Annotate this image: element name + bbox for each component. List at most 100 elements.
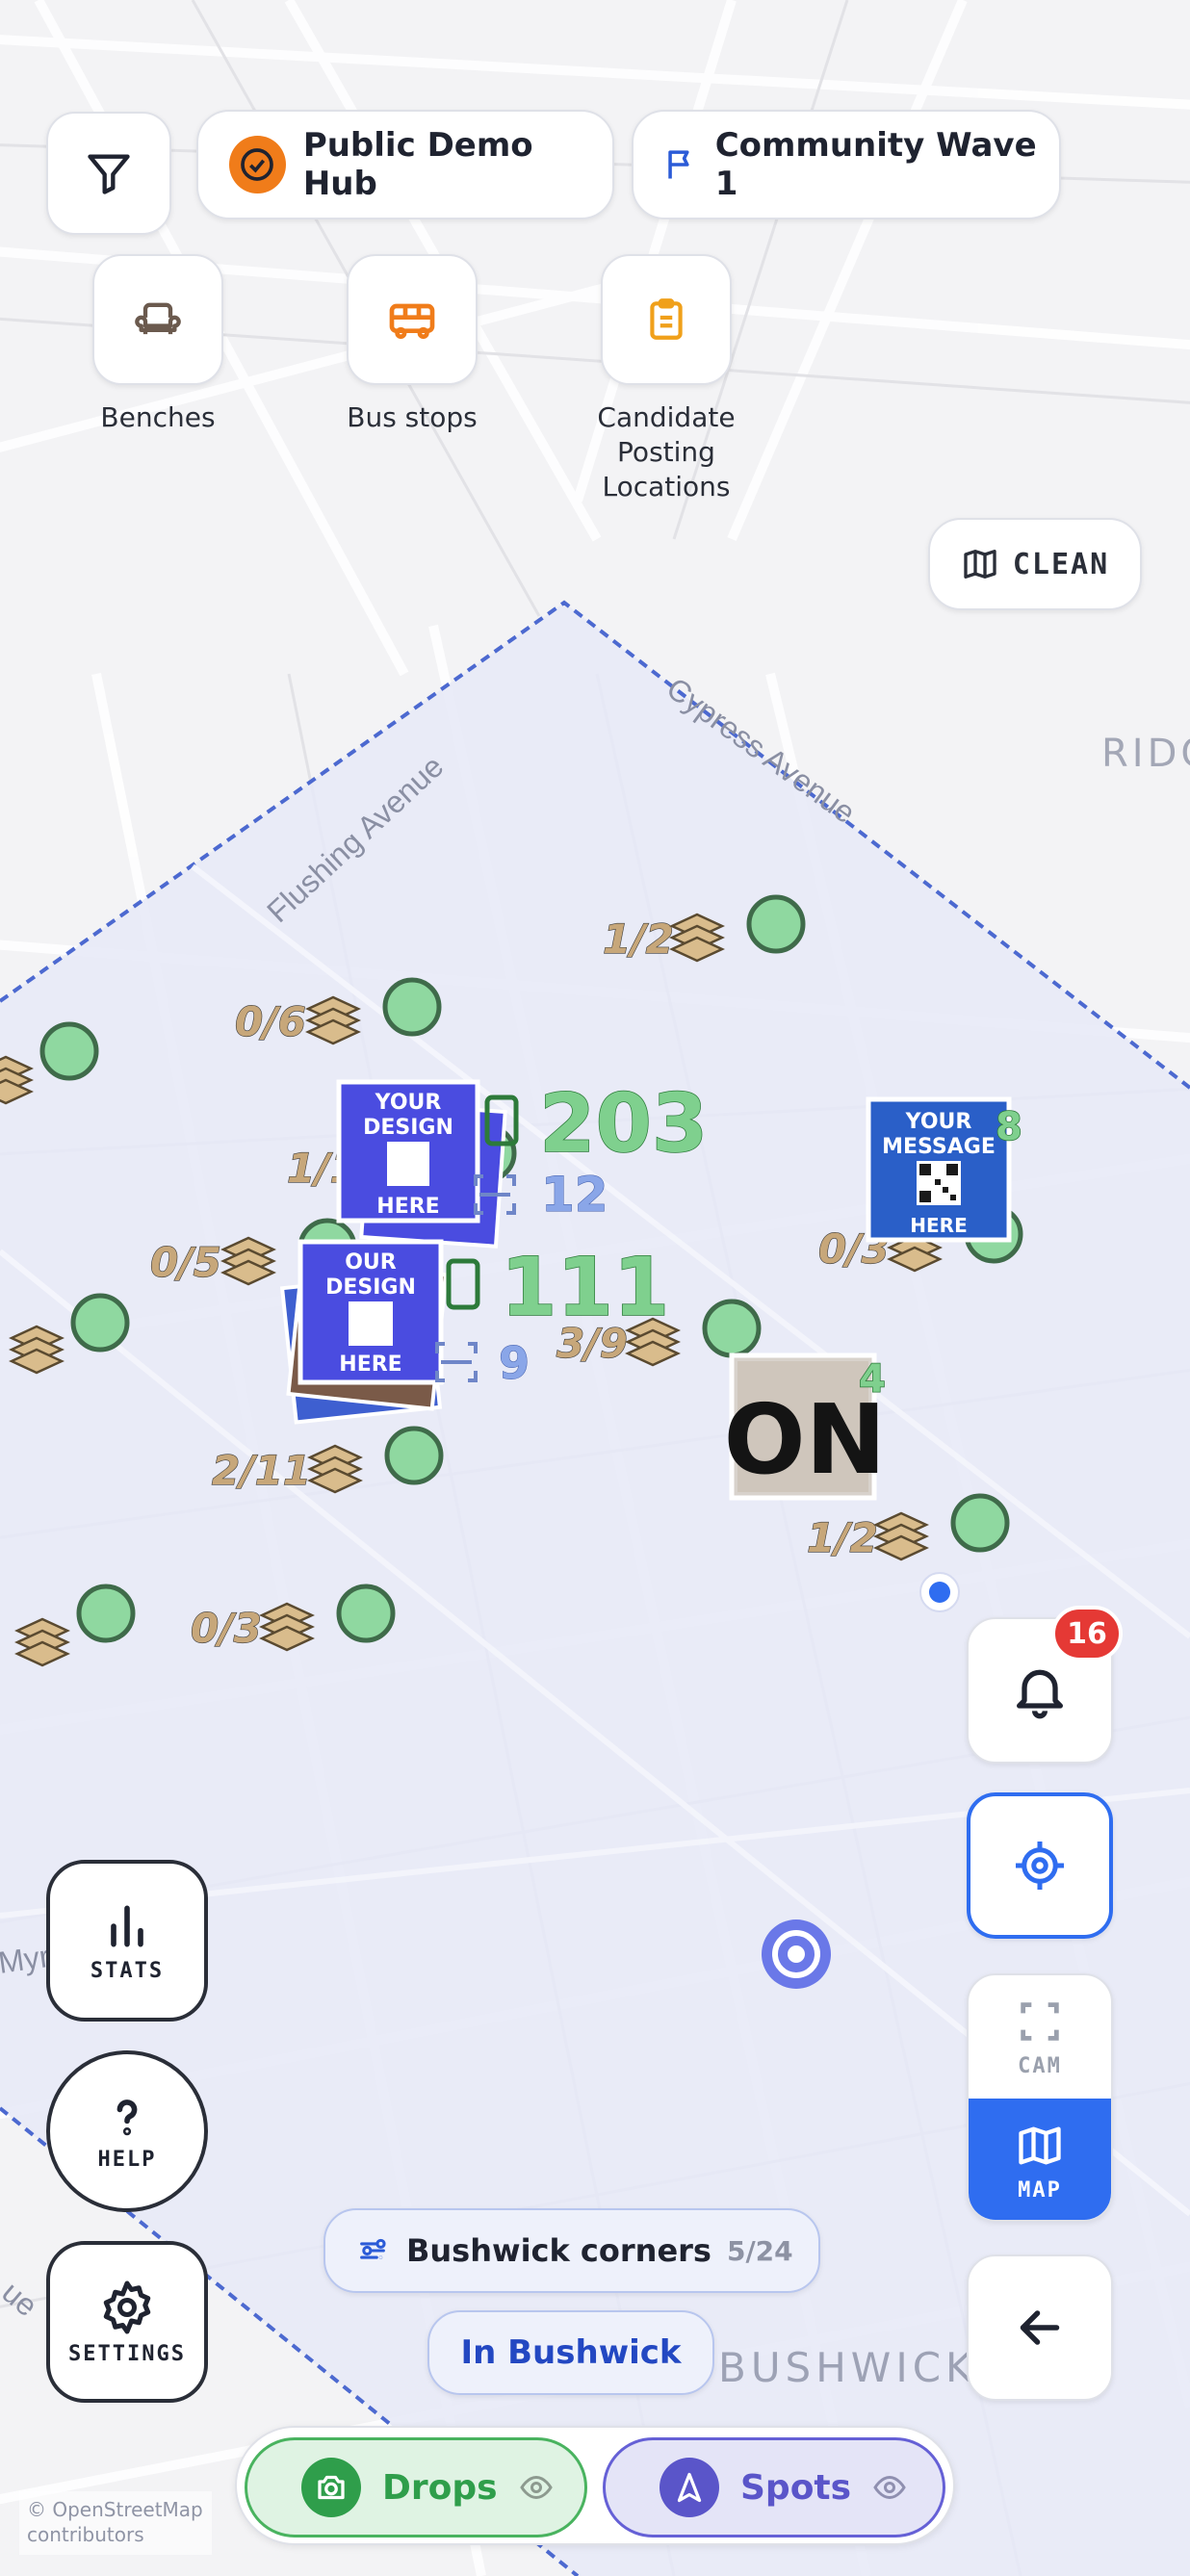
cluster-dot[interactable] (746, 894, 806, 954)
poster-badge-8: 8 (996, 1105, 1022, 1149)
check-circle-icon (229, 136, 286, 193)
help-button[interactable]: HELP (46, 2050, 208, 2212)
svg-text:DESIGN: DESIGN (363, 1116, 453, 1140)
cluster-dot[interactable] (382, 977, 442, 1037)
clean-map-button[interactable]: CLEAN (928, 518, 1142, 610)
hub-selector[interactable]: Public Demo Hub (196, 110, 614, 219)
svg-text:HERE: HERE (910, 1214, 967, 1237)
user-location-dot (919, 1572, 960, 1612)
bus-icon (389, 303, 435, 340)
target-marker[interactable] (762, 1919, 831, 1989)
spots-tab[interactable]: Spots (603, 2437, 945, 2537)
armchair-icon (135, 302, 181, 335)
route-chip[interactable]: Bushwick corners 5/24 (323, 2208, 820, 2293)
back-button[interactable] (967, 2254, 1113, 2401)
drops-label: Drops (382, 2467, 498, 2508)
crosshair-icon (1016, 1842, 1064, 1890)
svg-text:YOUR: YOUR (905, 1110, 972, 1134)
route-label: Bushwick corners (406, 2232, 711, 2269)
svg-text:HERE: HERE (376, 1195, 439, 1219)
notification-count-badge: 16 (1051, 1606, 1123, 1662)
attribution-line-1: © OpenStreetMap (27, 2498, 203, 2521)
question-icon (116, 2099, 138, 2135)
svg-text:OUR: OUR (345, 1250, 397, 1275)
scan-count-12: 12 (541, 1167, 608, 1223)
stack-icon (9, 1325, 65, 1375)
svg-text:YOUR: YOUR (375, 1091, 442, 1115)
drops-tab[interactable]: Drops (245, 2437, 587, 2537)
neighborhood-label-ridg: RIDG (1101, 732, 1190, 776)
layer-bus-stops-button[interactable] (347, 254, 478, 385)
arrow-left-icon (1020, 2310, 1060, 2345)
cluster-count: 0/6 (235, 998, 306, 1045)
cluster-count: 1/2 (807, 1514, 878, 1561)
map-label: MAP (1018, 2177, 1062, 2202)
route-progress: 5/24 (726, 2234, 793, 2267)
cam-label: CAM (1018, 2053, 1062, 2078)
cluster-dot[interactable] (39, 1021, 99, 1081)
filter-button[interactable] (46, 112, 171, 235)
stats-label: STATS (90, 1958, 165, 1983)
scan-frame-icon (1021, 2001, 1059, 2041)
stats-button[interactable]: STATS (46, 1860, 208, 2022)
view-toggle: CAM MAP (967, 1973, 1113, 2222)
settings-button[interactable]: SETTINGS (46, 2241, 208, 2403)
svg-text:HERE: HERE (339, 1352, 401, 1377)
spots-label: Spots (740, 2467, 852, 2508)
cluster-count: 0/5 (150, 1239, 221, 1286)
settings-label: SETTINGS (68, 2341, 186, 2366)
scan-count-111: 111 (501, 1240, 669, 1334)
clipboard-icon (650, 298, 683, 340)
cluster-dot[interactable] (336, 1584, 396, 1643)
layer-candidate-button[interactable] (601, 254, 732, 385)
campaign-label: Community Wave 1 (714, 126, 1037, 203)
stack-icon (873, 1511, 929, 1561)
poster-badge-4: 4 (859, 1357, 886, 1402)
stack-icon (220, 1236, 276, 1286)
layer-candidate-label: Candidate Posting Locations (597, 401, 736, 502)
scan-count-9: 9 (499, 1337, 530, 1389)
stack-icon (307, 1444, 363, 1494)
cluster-dot[interactable] (70, 1293, 130, 1352)
filter-icon (88, 154, 130, 194)
svg-text:MESSAGE: MESSAGE (882, 1135, 996, 1159)
area-label: In Bushwick (460, 2333, 682, 2372)
cluster-dot[interactable] (76, 1584, 136, 1643)
bar-chart-icon (111, 1905, 143, 1946)
svg-text:DESIGN: DESIGN (325, 1275, 416, 1300)
neighborhood-label-bushwick: BUSHWICK (718, 2344, 977, 2391)
area-chip[interactable]: In Bushwick (427, 2310, 714, 2395)
navigation-icon (660, 2458, 719, 2517)
eye-icon[interactable] (872, 2470, 907, 2505)
campaign-selector[interactable]: Community Wave 1 (632, 110, 1061, 219)
poster-marker-photo[interactable]: ON 4 (724, 1352, 887, 1501)
map-view-button[interactable]: MAP (969, 2099, 1111, 2220)
attribution-line-2: contributors (27, 2523, 144, 2546)
cluster-count: 1/2 (603, 915, 674, 963)
cam-view-button[interactable]: CAM (969, 1975, 1111, 2099)
layer-bus-stops-label: Bus stops (347, 401, 478, 433)
map-view-icon (1019, 2126, 1061, 2164)
gear-icon (103, 2280, 151, 2333)
scan-count-203: 203 (539, 1076, 708, 1171)
cluster-dot[interactable] (384, 1426, 444, 1485)
stack-icon (305, 995, 361, 1045)
bell-icon (1017, 1669, 1063, 1719)
poster-marker-message[interactable]: YOUR MESSAGE HERE 8 (866, 1096, 1023, 1243)
stack-icon (14, 1617, 70, 1667)
help-label: HELP (97, 2147, 157, 2172)
cluster-dot[interactable] (702, 1299, 762, 1358)
camera-icon (301, 2458, 361, 2517)
layer-benches-button[interactable] (92, 254, 223, 385)
locate-me-button[interactable] (967, 1792, 1113, 1939)
notification-count: 16 (1067, 1616, 1107, 1651)
stack-icon (259, 1602, 315, 1652)
route-icon (360, 2238, 386, 2259)
eye-icon[interactable] (519, 2470, 554, 2505)
flag-icon (668, 150, 689, 179)
map-icon (964, 550, 996, 579)
cluster-dot[interactable] (950, 1493, 1010, 1553)
poster-marker-111[interactable]: OUR DESIGN HERE (279, 1239, 449, 1425)
cluster-count: 2/11 (212, 1447, 311, 1494)
clean-label: CLEAN (1012, 547, 1110, 581)
